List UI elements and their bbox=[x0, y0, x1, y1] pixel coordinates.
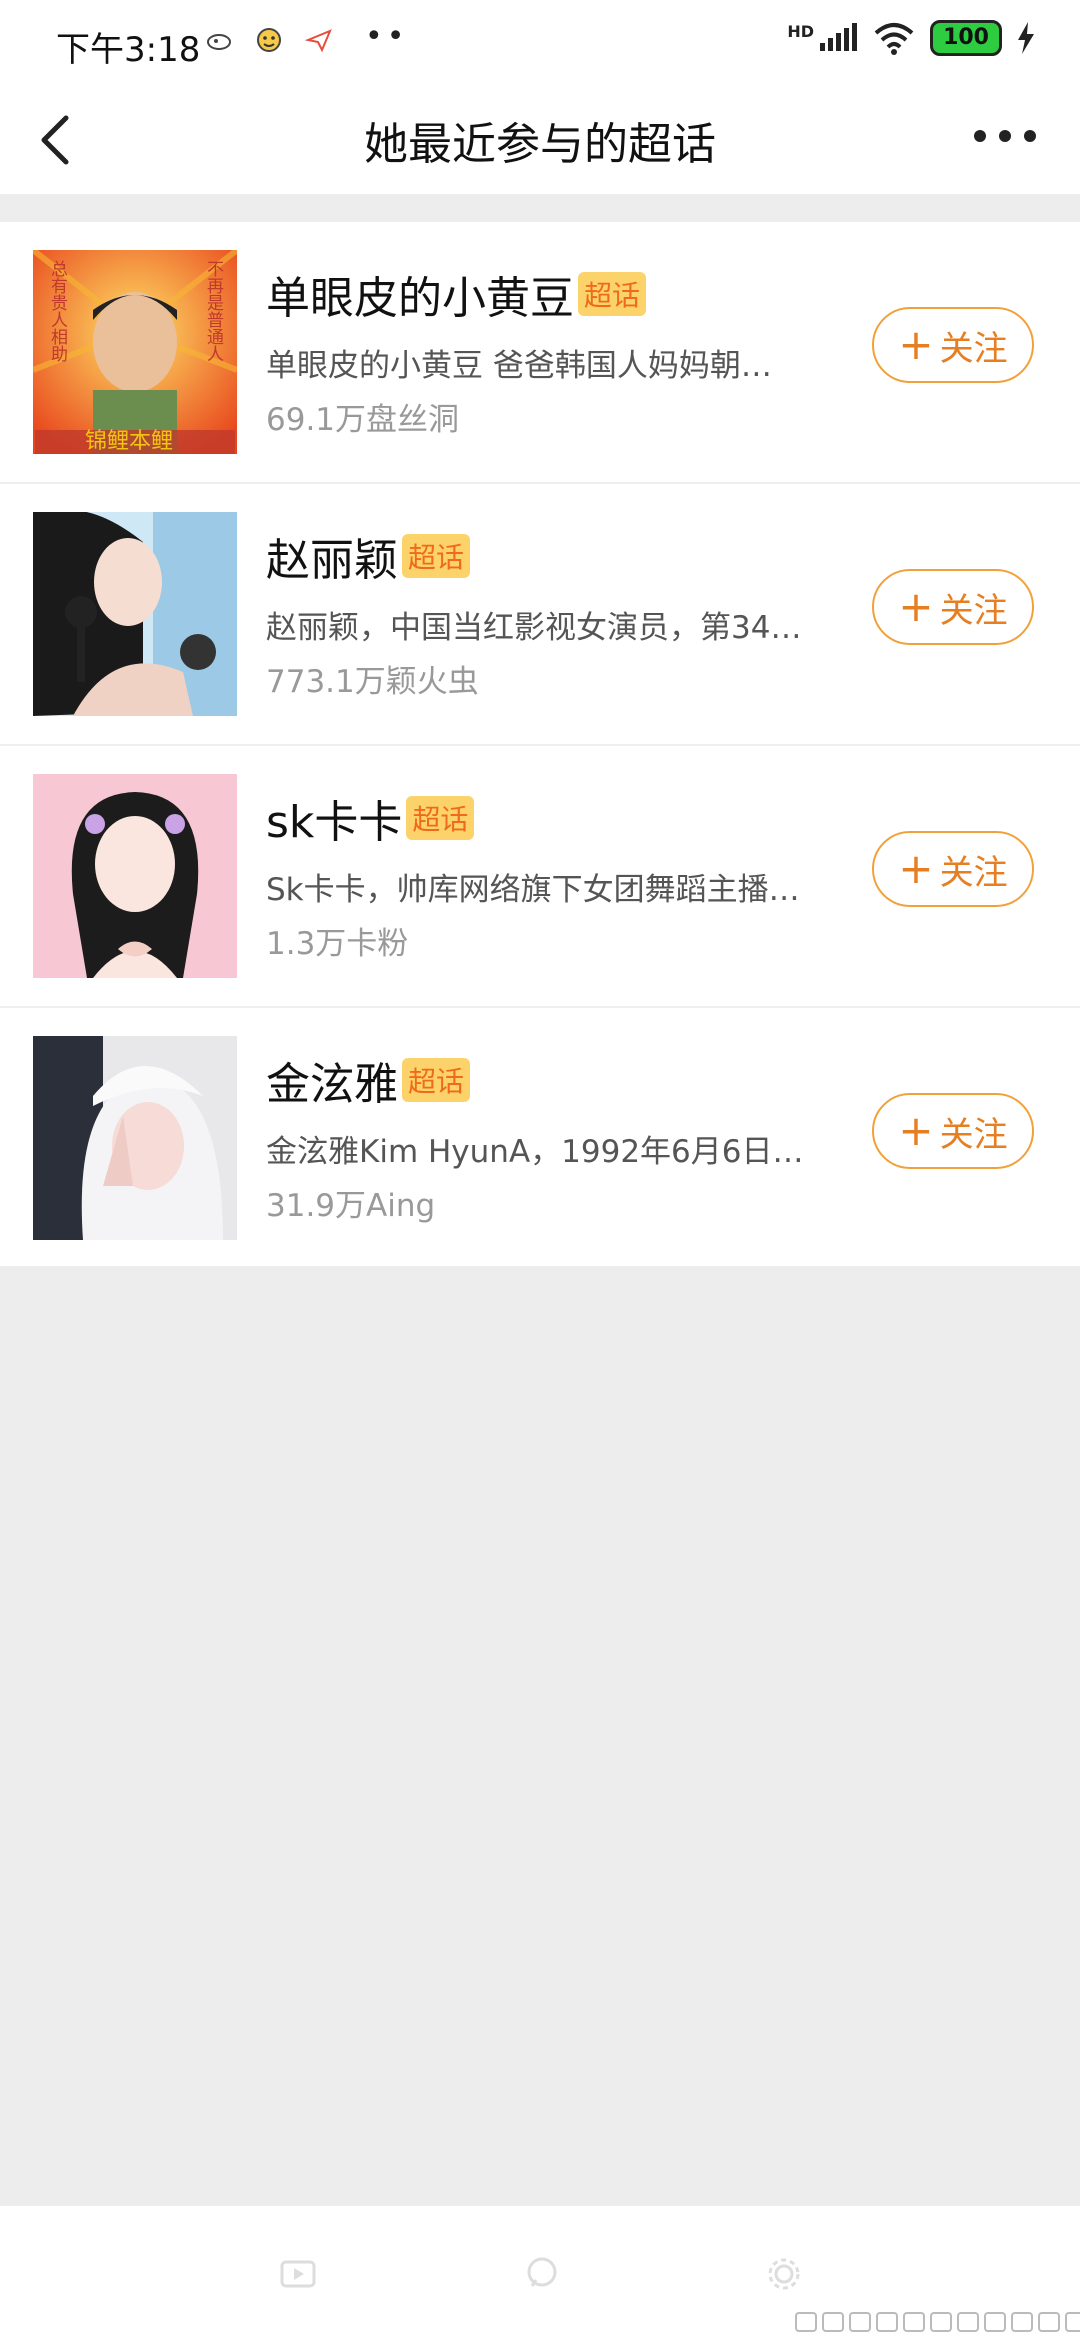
follow-button[interactable]: + 关注 bbox=[872, 307, 1034, 383]
topic-avatar[interactable] bbox=[33, 512, 237, 716]
topic-name: 赵丽颖 bbox=[266, 535, 398, 586]
name-row: 金泫雅 超话 bbox=[266, 1048, 471, 1112]
plus-icon: + bbox=[898, 320, 934, 369]
fan-count: 1.3万卡粉 bbox=[266, 926, 409, 962]
status-bar: 下午3:18 •• HD 100 bbox=[0, 0, 1080, 86]
follow-button[interactable]: + 关注 bbox=[872, 1093, 1034, 1169]
super-topic-list: 总有贵人相助 不再是普通人 锦鲤本鲤 单眼皮的小黄豆 超话 单眼皮的小黄豆 爸爸… bbox=[0, 222, 1080, 1266]
super-topic-badge: 超话 bbox=[402, 1058, 471, 1102]
topic-description: Sk卡卡，帅库网络旗下女团舞蹈主播… bbox=[266, 872, 800, 908]
more-options-icon[interactable] bbox=[970, 106, 1040, 166]
super-topic-badge: 超话 bbox=[578, 272, 647, 316]
topic-avatar[interactable] bbox=[33, 774, 237, 978]
page-title: 她最近参与的超话 bbox=[364, 119, 716, 170]
more-notifications-icon: •• bbox=[365, 18, 409, 54]
topic-description: 单眼皮的小黄豆 爸爸韩国人妈妈朝… bbox=[266, 348, 772, 384]
super-topic-badge: 超话 bbox=[406, 796, 475, 840]
name-row: 赵丽颖 超话 bbox=[266, 524, 471, 588]
topic-description: 金泫雅Kim HyunA，1992年6月6日… bbox=[266, 1134, 804, 1170]
charging-icon bbox=[1018, 22, 1034, 54]
fan-count: 31.9万Aing bbox=[266, 1188, 436, 1224]
super-topic-badge: 超话 bbox=[402, 534, 471, 578]
signal-icon bbox=[820, 23, 858, 51]
follow-button[interactable]: + 关注 bbox=[872, 831, 1034, 907]
avatar-caption-left: 总有贵人相助 bbox=[47, 260, 68, 363]
name-row: sk卡卡 超话 bbox=[266, 786, 475, 850]
settings-tab-icon[interactable] bbox=[764, 2254, 804, 2294]
system-icons: HD 100 bbox=[787, 20, 1036, 56]
plus-icon: + bbox=[898, 844, 934, 893]
follow-label: 关注 bbox=[939, 1114, 1008, 1155]
fan-count: 69.1万盘丝洞 bbox=[266, 402, 460, 438]
wifi-icon bbox=[874, 23, 914, 55]
topic-avatar[interactable]: 总有贵人相助 不再是普通人 锦鲤本鲤 bbox=[33, 250, 237, 454]
list-item[interactable]: sk卡卡 超话 Sk卡卡，帅库网络旗下女团舞蹈主播… 1.3万卡粉 + 关注 bbox=[0, 746, 1080, 1008]
plus-icon: + bbox=[898, 1106, 934, 1155]
list-item[interactable]: 赵丽颖 超话 赵丽颖，中国当红影视女演员，第34… 773.1万颖火虫 + 关注 bbox=[0, 484, 1080, 746]
follow-label: 关注 bbox=[939, 328, 1008, 369]
video-tab-icon[interactable] bbox=[278, 2254, 318, 2294]
avatar-caption-right: 不再是普通人 bbox=[203, 260, 224, 362]
discover-tab-icon[interactable] bbox=[522, 2254, 562, 2294]
status-time: 下午3:18 bbox=[56, 30, 201, 70]
name-row: 单眼皮的小黄豆 超话 bbox=[266, 262, 647, 326]
home-indicator bbox=[795, 2312, 1080, 2332]
network-type: HD bbox=[787, 21, 815, 41]
cloud-icon bbox=[207, 34, 231, 50]
follow-label: 关注 bbox=[939, 590, 1008, 631]
notification-icons: •• bbox=[205, 19, 408, 54]
paper-plane-icon bbox=[305, 29, 332, 53]
avatar-caption-bottom: 锦鲤本鲤 bbox=[85, 429, 173, 454]
topic-name: sk卡卡 bbox=[266, 797, 403, 848]
battery-indicator: 100 bbox=[930, 20, 1002, 56]
topic-description: 赵丽颖，中国当红影视女演员，第34… bbox=[266, 610, 802, 646]
plus-icon: + bbox=[898, 582, 934, 631]
emoji-icon bbox=[257, 28, 281, 52]
topic-avatar[interactable] bbox=[33, 1036, 237, 1240]
list-item[interactable]: 金泫雅 超话 金泫雅Kim HyunA，1992年6月6日… 31.9万Aing… bbox=[0, 1008, 1080, 1266]
fan-count: 773.1万颖火虫 bbox=[266, 664, 479, 700]
topic-name: 金泫雅 bbox=[266, 1059, 398, 1110]
list-item[interactable]: 总有贵人相助 不再是普通人 锦鲤本鲤 单眼皮的小黄豆 超话 单眼皮的小黄豆 爸爸… bbox=[0, 222, 1080, 484]
follow-button[interactable]: + 关注 bbox=[872, 569, 1034, 645]
navigation-bar: 她最近参与的超话 bbox=[0, 86, 1080, 194]
follow-label: 关注 bbox=[939, 852, 1008, 893]
topic-name: 单眼皮的小黄豆 bbox=[266, 273, 574, 324]
